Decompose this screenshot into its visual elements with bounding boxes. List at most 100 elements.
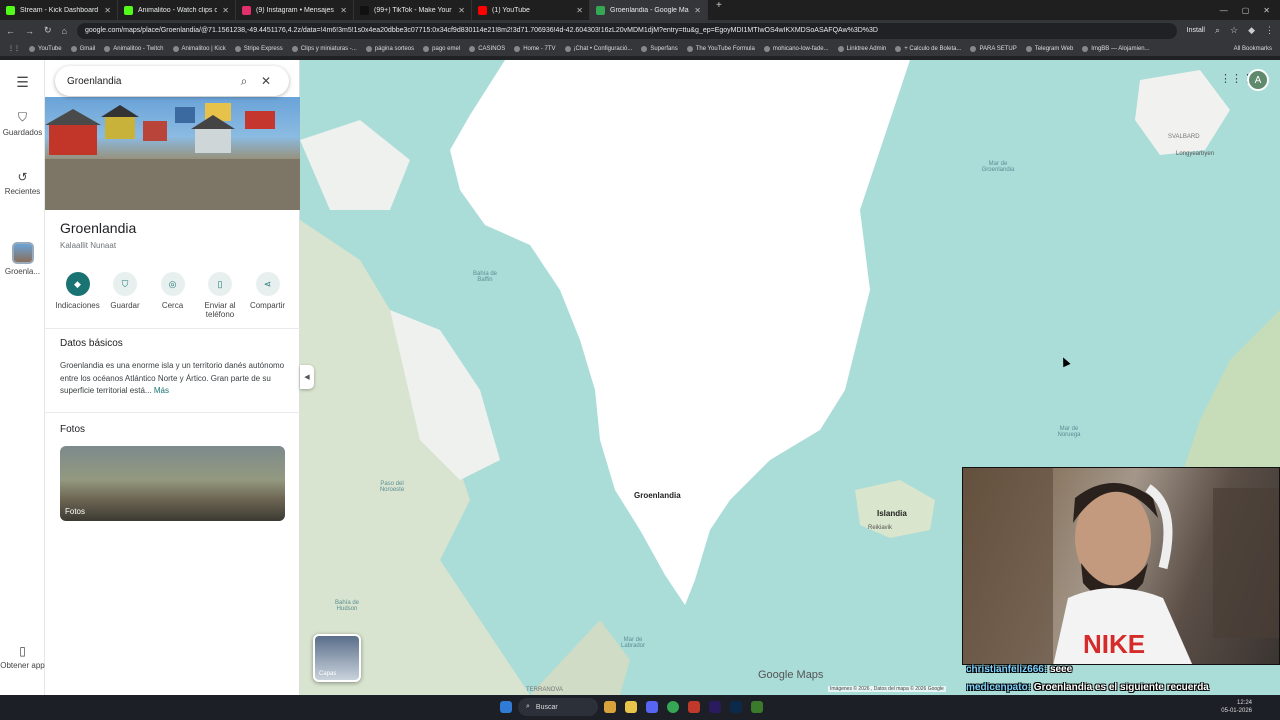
- bookmark-item[interactable]: The YouTube Formula: [686, 45, 755, 52]
- search-icon[interactable]: ⌕: [233, 74, 255, 89]
- send-to-phone-button[interactable]: ▯ Enviar al teléfono: [198, 272, 243, 319]
- account-avatar[interactable]: A: [1247, 69, 1269, 91]
- place-thumbnail: [11, 242, 34, 264]
- taskbar-search[interactable]: ⌕ Buscar: [518, 698, 598, 716]
- forward-icon[interactable]: →: [25, 26, 34, 36]
- layers-label: Capas: [319, 671, 337, 677]
- nearby-button[interactable]: ◎ Cerca: [150, 272, 195, 319]
- bookmark-item[interactable]: PARA SETUP: [970, 45, 1017, 52]
- close-tab-icon[interactable]: ✕: [576, 6, 583, 15]
- file-explorer-icon[interactable]: [604, 701, 616, 713]
- photoshop-icon[interactable]: [730, 701, 742, 713]
- save-button[interactable]: ⛉ Guardar: [103, 272, 148, 319]
- search-box[interactable]: Groenlandia ⌕ ✕: [55, 66, 289, 96]
- home-icon[interactable]: ⌂: [62, 26, 67, 36]
- close-tab-icon[interactable]: ✕: [340, 6, 347, 15]
- directions-label: Indicaciones: [55, 301, 100, 310]
- premiere-icon[interactable]: [709, 701, 721, 713]
- close-tab-icon[interactable]: ✕: [222, 6, 229, 15]
- maximize-icon[interactable]: ▢: [1242, 6, 1250, 15]
- browser-tab[interactable]: (9) Instagram • Mensajes ✕: [236, 0, 354, 20]
- system-clock[interactable]: 12:24 05-01-2026: [1221, 699, 1252, 715]
- close-tab-icon[interactable]: ✕: [694, 6, 701, 15]
- rail-recent-label: Recientes: [4, 187, 41, 196]
- browser-tab[interactable]: Groenlandia - Google Maps ✕: [590, 0, 708, 20]
- bookmark-item[interactable]: Linktree Admin: [837, 45, 886, 52]
- folder-icon[interactable]: [625, 701, 637, 713]
- all-bookmarks-button[interactable]: All Bookmarks: [1234, 46, 1272, 52]
- webcam-overlay: NIKE: [962, 467, 1280, 665]
- bookmark-favicon-icon: [970, 45, 977, 52]
- chat-text: seee: [1049, 664, 1073, 675]
- map-label-northwest-passage: Paso del Noroeste: [379, 481, 405, 493]
- browser-tab[interactable]: (99+) TikTok - Make Your Day ✕: [354, 0, 472, 20]
- app-icon[interactable]: [688, 701, 700, 713]
- address-bar[interactable]: google.com/maps/place/Groenlandia/@71.15…: [76, 22, 1177, 39]
- bookmark-label: mohicano-low-fade...: [772, 45, 829, 52]
- hero-illustration: [45, 103, 300, 210]
- tab-title: Stream - Kick Dashboard: [20, 6, 99, 14]
- bookmark-item[interactable]: + Calculo de Boleta...: [895, 45, 961, 52]
- minimize-icon[interactable]: —: [1220, 6, 1228, 15]
- zoom-icon[interactable]: ⌕: [1215, 25, 1220, 36]
- layers-button[interactable]: Capas: [313, 634, 361, 682]
- bookmark-item[interactable]: CASINOS: [469, 45, 505, 52]
- bookmark-item[interactable]: Home - 7TV: [514, 45, 556, 52]
- new-tab-icon[interactable]: +: [708, 0, 730, 20]
- close-window-icon[interactable]: ✕: [1263, 6, 1270, 15]
- discord-icon[interactable]: [646, 701, 658, 713]
- bookmark-item[interactable]: Animalitoo - Twitch: [104, 45, 164, 52]
- more-link[interactable]: Más: [154, 386, 169, 395]
- photos-label: Fotos: [65, 507, 86, 516]
- bookmark-favicon-icon: [104, 45, 111, 52]
- rail-get-app[interactable]: ▯ Obtener app: [0, 644, 45, 670]
- directions-button[interactable]: ◆ Indicaciones: [55, 272, 100, 319]
- browser-tab[interactable]: Animalitoo - Watch clips on Kick ✕: [118, 0, 236, 20]
- rail-place[interactable]: Groenla...: [0, 242, 45, 276]
- bookmark-icon: ⛉: [17, 110, 27, 124]
- share-button[interactable]: ⋖ Compartir: [245, 272, 290, 319]
- apps-grid-icon[interactable]: ⋮⋮: [8, 45, 20, 52]
- install-button[interactable]: Install: [1187, 27, 1205, 34]
- bookmark-item[interactable]: Animalitoo | Kick: [172, 45, 226, 52]
- bookmark-item[interactable]: página sorteos: [365, 45, 414, 52]
- rail-recent[interactable]: ↺ Recientes: [0, 170, 45, 196]
- bookmark-favicon-icon: [29, 45, 35, 52]
- place-hero-image[interactable]: [45, 97, 300, 210]
- bookmark-item[interactable]: Superfans: [641, 45, 678, 52]
- bookmark-item[interactable]: ¡Chat • Configuració...: [564, 45, 632, 52]
- menu-dots-icon[interactable]: ⋮: [1265, 25, 1274, 36]
- bookmark-item[interactable]: Gmail: [70, 45, 95, 52]
- bookmark-item[interactable]: mohicano-low-fade...: [763, 45, 829, 52]
- photos-thumbnail[interactable]: Fotos: [60, 446, 285, 521]
- bookmark-item[interactable]: Telegram Web: [1025, 45, 1073, 52]
- chrome-icon[interactable]: [667, 701, 679, 713]
- search-input[interactable]: Groenlandia: [67, 76, 233, 87]
- clock-date: 05-01-2026: [1221, 708, 1252, 714]
- reload-icon[interactable]: ↻: [44, 25, 52, 36]
- back-icon[interactable]: ←: [6, 26, 15, 36]
- star-icon[interactable]: ☆: [1230, 25, 1238, 36]
- extensions-icon[interactable]: ◆: [1248, 25, 1255, 36]
- taskbar-search-label: Buscar: [535, 703, 558, 711]
- collapse-panel-button[interactable]: ◀: [300, 365, 314, 389]
- rail-saved[interactable]: ⛉ Guardados: [0, 110, 45, 137]
- close-tab-icon[interactable]: ✕: [458, 6, 465, 15]
- chat-message: christianfeliz666: seee: [966, 664, 1276, 675]
- nvidia-icon[interactable]: [751, 701, 763, 713]
- bookmark-label: Animalitoo | Kick: [181, 45, 226, 52]
- close-tab-icon[interactable]: ✕: [104, 6, 111, 15]
- browser-tab[interactable]: Stream - Kick Dashboard ✕: [0, 0, 118, 20]
- bookmark-favicon-icon: [291, 45, 298, 52]
- map-label-hudson-bay: Bahía de Hudson: [334, 600, 360, 612]
- bookmark-item[interactable]: pago emel: [423, 45, 460, 52]
- bookmark-item[interactable]: ImgBB — Alojamien...: [1082, 45, 1150, 52]
- hamburger-menu-icon[interactable]: ☰: [0, 74, 45, 91]
- close-icon[interactable]: ✕: [255, 74, 277, 88]
- windows-start-icon[interactable]: [500, 701, 512, 713]
- browser-tab[interactable]: (1) YouTube ✕: [472, 0, 590, 20]
- bookmark-item[interactable]: Clips y miniaturas -...: [291, 45, 357, 52]
- bookmark-item[interactable]: YouTube: [29, 45, 62, 52]
- left-rail: ☰ ⛉ Guardados ↺ Recientes Groenla... ▯ O…: [0, 60, 45, 695]
- bookmark-item[interactable]: Stripe Express: [234, 45, 283, 52]
